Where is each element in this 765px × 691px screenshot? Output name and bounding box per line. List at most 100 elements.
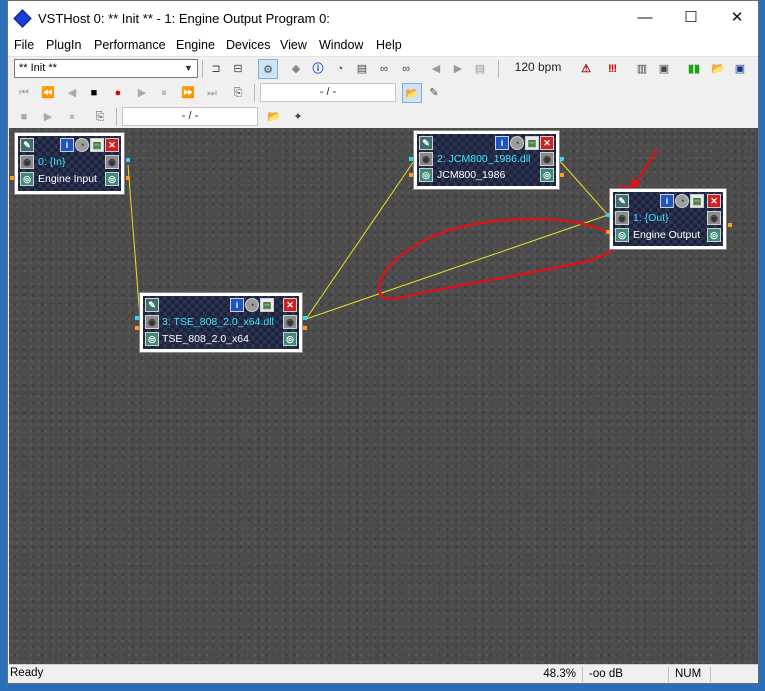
menu-window[interactable]: Window (319, 38, 363, 52)
stack-icon[interactable]: ▤ (470, 59, 490, 79)
midi-in-pin[interactable] (606, 213, 610, 217)
stop-icon[interactable]: ■ (14, 107, 34, 127)
wire-tse-to-jcm[interactable] (305, 160, 415, 320)
menu-devices[interactable]: Devices (226, 38, 270, 52)
midi-out-pin[interactable] (303, 316, 307, 320)
stop-icon[interactable]: ■ (84, 83, 104, 103)
play-icon[interactable]: ▶ (38, 107, 58, 127)
player-position-field[interactable]: - / - (122, 107, 258, 126)
midi-out-pin[interactable] (126, 158, 130, 162)
audio-in-icon[interactable]: ◎ (615, 228, 629, 242)
node-tse808[interactable]: ✎ i ◔ ▤ ✕ ◉ 3: TSE_808_2.0_x64.dll ◉ ◎ T… (139, 292, 303, 353)
audio-in-icon[interactable]: ◎ (145, 332, 159, 346)
menu-performance[interactable]: Performance (94, 38, 166, 52)
audio-out-icon[interactable]: ◎ (540, 168, 554, 182)
back-icon[interactable]: ◀ (62, 83, 82, 103)
midi-keys-icon[interactable]: ⚙ (258, 59, 278, 79)
keyboard-icon[interactable]: ▥ (632, 59, 652, 79)
audio-in-pin[interactable] (409, 173, 413, 177)
midi-out-pin[interactable] (560, 157, 564, 161)
link-icon[interactable]: ∞ (374, 59, 394, 79)
rewind-icon[interactable]: ⏪ (38, 83, 58, 103)
forward-end-icon[interactable]: ⏭ (202, 83, 222, 103)
engine-canvas[interactable]: ✎ i ◔ ▤ ✕ ◉ 0: {In} ◉ ◎ Engine Input ◎ ✎… (9, 128, 758, 664)
midi-in-icon[interactable]: ◉ (419, 152, 433, 166)
minimize-button[interactable]: — (622, 1, 668, 35)
midi-out-icon[interactable]: ◉ (283, 315, 297, 329)
bypass-icon[interactable]: ◔ (675, 194, 689, 208)
midi-out-icon[interactable]: ◉ (540, 152, 554, 166)
edit-list-icon[interactable]: ▤ (352, 59, 372, 79)
save-icon[interactable]: ▣ (730, 59, 750, 79)
info-icon[interactable]: i (230, 298, 244, 312)
unlink-icon[interactable]: ∞ (396, 59, 416, 79)
edit-icon[interactable]: ✎ (145, 298, 159, 312)
open-folder-icon[interactable]: 📂 (264, 107, 284, 127)
info-icon[interactable]: ⓘ (308, 59, 328, 79)
volume-icon[interactable]: ▤ (90, 138, 104, 152)
play-icon[interactable]: ▶ (132, 83, 152, 103)
audio-out-pin[interactable] (560, 173, 564, 177)
midi-in-icon[interactable]: ◉ (615, 211, 629, 225)
diamond-icon[interactable]: ◆ (286, 59, 306, 79)
volume-icon[interactable]: ▤ (690, 194, 704, 208)
panel-icon[interactable]: ▣ (654, 59, 674, 79)
close-icon[interactable]: ✕ (283, 298, 297, 312)
audio-out-icon[interactable]: ◎ (283, 332, 297, 346)
loop-icon[interactable]: ⎘ (90, 107, 110, 127)
volume-icon[interactable]: ▤ (260, 298, 274, 312)
audio-out-pin[interactable] (126, 176, 130, 180)
bypass-icon[interactable]: ◔ (245, 298, 259, 312)
metronome-icon[interactable]: ⚠ (576, 59, 596, 79)
node-engine-input[interactable]: ✎ i ◔ ▤ ✕ ◉ 0: {In} ◉ ◎ Engine Input ◎ (14, 132, 125, 195)
volume-icon[interactable]: ▤ (525, 136, 539, 150)
audio-out-pin[interactable] (303, 326, 307, 330)
loop-icon[interactable]: ⎘ (228, 83, 248, 103)
midi-out-icon[interactable]: ◉ (105, 155, 119, 169)
menu-engine[interactable]: Engine (176, 38, 215, 52)
fast-forward-icon[interactable]: ⏩ (178, 83, 198, 103)
info-icon[interactable]: i (660, 194, 674, 208)
bypass-icon[interactable]: ◔ (330, 59, 350, 79)
bypass-icon[interactable]: ◔ (75, 138, 89, 152)
bypass-icon[interactable]: ◔ (510, 136, 524, 150)
audio-in-pin[interactable] (135, 326, 139, 330)
level-meter-icon[interactable]: ▮▮ (684, 59, 704, 79)
edit-icon[interactable]: ✎ (615, 194, 629, 208)
node-jcm800[interactable]: ✎ i ◔ ▤ ✕ ◉ 2: JCM800_1986.dll ◉ ◎ JCM80… (413, 130, 560, 190)
maximize-button[interactable]: ☐ (668, 1, 714, 35)
wand-icon[interactable]: ✦ (288, 107, 308, 127)
song-position-field[interactable]: - / - (260, 83, 396, 102)
edit-icon[interactable]: ✎ (419, 136, 433, 150)
wire-jcm-to-output[interactable] (559, 160, 609, 216)
open-folder-icon[interactable]: 📂 (708, 59, 728, 79)
bracket-icon[interactable]: ⊐ (206, 59, 226, 79)
arrow-right-icon[interactable]: ▶ (448, 59, 468, 79)
bpm-display[interactable]: 120 bpm (504, 59, 572, 78)
pause-icon[interactable]: ⏸ (62, 107, 82, 127)
audio-out-pin[interactable] (728, 223, 732, 227)
midi-in-icon[interactable]: ◉ (145, 315, 159, 329)
audio-out-icon[interactable]: ◎ (105, 172, 119, 186)
audio-in-icon[interactable]: ◎ (419, 168, 433, 182)
save-as-icon[interactable]: ✎ (424, 83, 444, 103)
menu-view[interactable]: View (280, 38, 307, 52)
close-icon[interactable]: ✕ (707, 194, 721, 208)
midi-in-icon[interactable]: ◉ (20, 155, 34, 169)
record-icon[interactable]: ● (108, 83, 128, 103)
chevron-down-icon[interactable]: ▼ (181, 61, 196, 76)
program-combo[interactable]: ** Init ** ▼ (14, 59, 198, 78)
info-icon[interactable]: i (495, 136, 509, 150)
node-engine-output[interactable]: ✎ i ◔ ▤ ✕ ◉ 1: {Out} ◉ ◎ Engine Output ◎ (609, 188, 727, 250)
audio-in-icon[interactable]: ◎ (20, 172, 34, 186)
audio-in-pin[interactable] (606, 230, 610, 234)
close-icon[interactable]: ✕ (540, 136, 554, 150)
audio-out-icon[interactable]: ◎ (707, 228, 721, 242)
midi-out-icon[interactable]: ◉ (707, 211, 721, 225)
pause-icon[interactable]: ⏸ (154, 83, 174, 103)
arrow-left-icon[interactable]: ◀ (426, 59, 446, 79)
menu-file[interactable]: File (14, 38, 34, 52)
audio-in-pin[interactable] (10, 176, 14, 180)
rewind-start-icon[interactable]: ⏮ (14, 83, 34, 103)
midi-in-pin[interactable] (135, 316, 139, 320)
